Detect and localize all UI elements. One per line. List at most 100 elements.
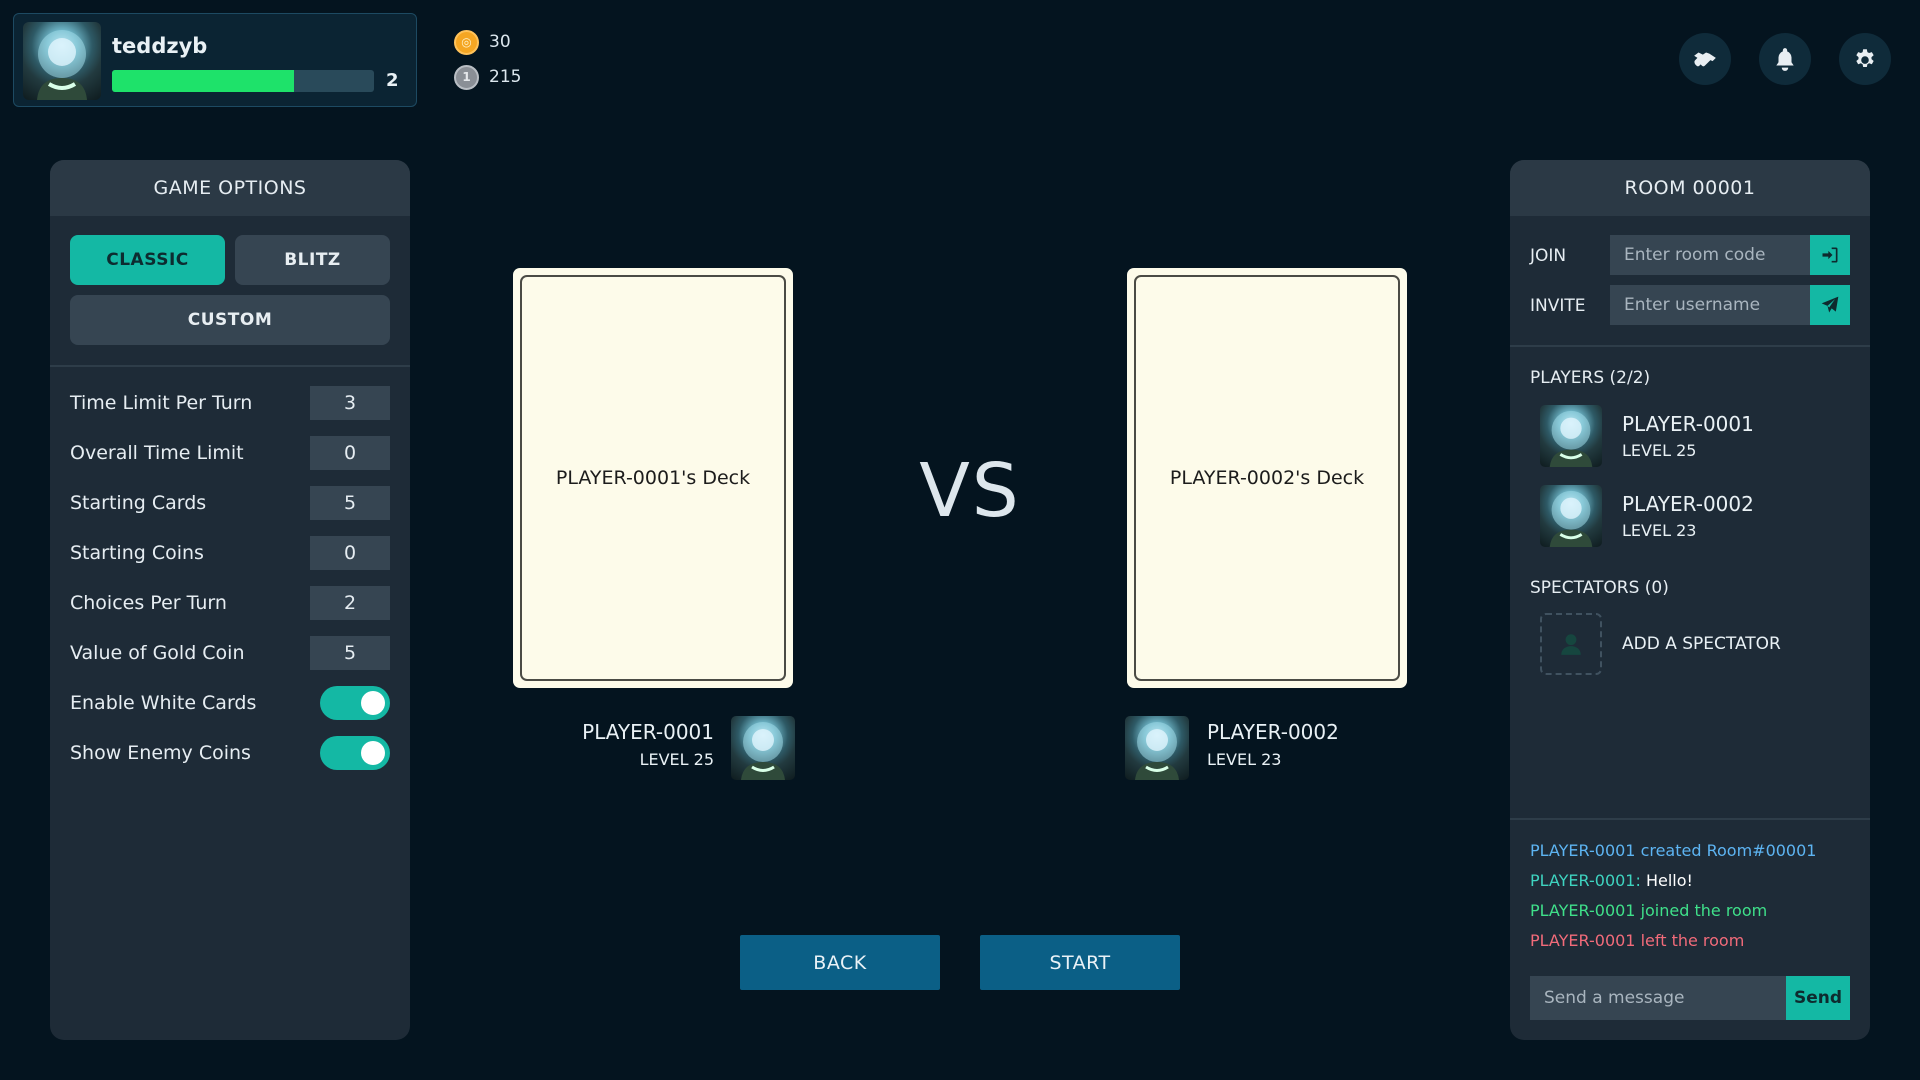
room-panel: ROOM 00001 JOIN INVITE PLAYERS (2/2) PLA… xyxy=(1510,160,1870,1040)
option-value-field[interactable]: 5 xyxy=(310,486,390,520)
chat-message: PLAYER-0001: Hello! xyxy=(1530,871,1693,890)
alien-avatar-icon xyxy=(1549,410,1593,467)
player1-avatar[interactable] xyxy=(731,716,795,780)
option-label: Choices Per Turn xyxy=(70,592,227,614)
option-label: Enable White Cards xyxy=(70,692,257,714)
add-spectator-label: ADD A SPECTATOR xyxy=(1622,634,1781,654)
paper-plane-icon xyxy=(1821,296,1839,313)
option-value-field[interactable]: 0 xyxy=(310,436,390,470)
username: teddzyb xyxy=(112,34,208,58)
alien-avatar-icon xyxy=(1549,490,1593,547)
room-code-input[interactable] xyxy=(1610,235,1810,275)
add-spectator-slot xyxy=(1540,613,1602,675)
room-player-name: PLAYER-0001 xyxy=(1622,412,1754,436)
room-player-avatar xyxy=(1540,405,1602,467)
toggle-knob xyxy=(361,691,385,715)
option-label: Starting Cards xyxy=(70,492,207,514)
chat-text: PLAYER-0001 left the room xyxy=(1530,931,1745,950)
option-label: Show Enemy Coins xyxy=(70,742,251,764)
option-value-field[interactable]: 5 xyxy=(310,636,390,670)
chat-text: Hello! xyxy=(1640,871,1693,890)
versus-label: VS xyxy=(919,448,1021,534)
player2-deck-label: PLAYER-0002's Deck xyxy=(1134,275,1400,681)
room-player-name: PLAYER-0002 xyxy=(1622,492,1754,516)
gold-coin-balance: ◎ 30 xyxy=(454,28,511,56)
send-invite-button[interactable] xyxy=(1810,285,1850,325)
gold-coin-icon: ◎ xyxy=(454,29,479,55)
player2-name: PLAYER-0002 xyxy=(1207,720,1339,744)
player2-avatar[interactable] xyxy=(1125,716,1189,780)
handshake-icon xyxy=(1694,52,1716,67)
room-player-row[interactable]: PLAYER-0002 LEVEL 23 xyxy=(1540,485,1754,547)
option-label: Starting Coins xyxy=(70,542,204,564)
silver-coin-count: 215 xyxy=(489,67,522,87)
chat-text: PLAYER-0001 created Room#00001 xyxy=(1530,841,1817,860)
silver-coin-balance: 1 215 xyxy=(454,63,521,91)
chat-message: PLAYER-0001 created Room#00001 xyxy=(1530,841,1816,860)
player2-level: LEVEL 23 xyxy=(1207,750,1282,769)
bell-icon xyxy=(1776,48,1794,71)
invite-username-input[interactable] xyxy=(1610,285,1810,325)
custom-mode-button[interactable]: CUSTOM xyxy=(70,295,390,345)
option-time-limit-per-turn: Time Limit Per Turn 3 xyxy=(70,386,390,420)
players-title: PLAYERS (2/2) xyxy=(1530,368,1651,388)
xp-progress-bar xyxy=(112,70,374,92)
alien-avatar-icon xyxy=(741,722,785,780)
gear-icon xyxy=(1856,49,1874,68)
join-room-button[interactable] xyxy=(1810,235,1850,275)
room-player-level: LEVEL 25 xyxy=(1622,441,1697,460)
option-choices-per-turn: Choices Per Turn 2 xyxy=(70,586,390,620)
option-value-field[interactable]: 0 xyxy=(310,536,390,570)
options-divider xyxy=(50,365,410,367)
settings-button[interactable] xyxy=(1839,33,1891,85)
player1-deck-label: PLAYER-0001's Deck xyxy=(520,275,786,681)
option-starting-cards: Starting Cards 5 xyxy=(70,486,390,520)
alien-avatar-icon xyxy=(37,30,87,100)
toggle-knob xyxy=(361,741,385,765)
xp-progress-fill xyxy=(112,70,295,92)
chat-text: PLAYER-0001 joined the room xyxy=(1530,901,1768,920)
send-message-button[interactable]: Send xyxy=(1786,976,1850,1020)
profile-card[interactable]: teddzyb 2 xyxy=(13,13,417,107)
player1-info: PLAYER-0001 LEVEL 25 xyxy=(514,720,714,769)
start-button[interactable]: START xyxy=(980,935,1180,990)
option-value-field[interactable]: 3 xyxy=(310,386,390,420)
room-player-avatar xyxy=(1540,485,1602,547)
blitz-mode-button[interactable]: BLITZ xyxy=(235,235,390,285)
back-button[interactable]: BACK xyxy=(740,935,940,990)
gold-coin-count: 30 xyxy=(489,32,511,52)
option-starting-coins: Starting Coins 0 xyxy=(70,536,390,570)
player1-deck[interactable]: PLAYER-0001's Deck xyxy=(513,268,793,688)
chat-message-input[interactable] xyxy=(1530,976,1786,1020)
show-enemy-coins-toggle[interactable] xyxy=(320,736,390,770)
option-overall-time-limit: Overall Time Limit 0 xyxy=(70,436,390,470)
option-show-enemy-coins: Show Enemy Coins xyxy=(70,736,390,770)
invite-label: INVITE xyxy=(1530,296,1586,316)
player-level: 2 xyxy=(386,70,399,91)
profile-avatar[interactable] xyxy=(23,22,101,100)
player1-level: LEVEL 25 xyxy=(639,750,714,769)
chat-message: PLAYER-0001 left the room xyxy=(1530,931,1744,950)
option-value-of-gold-coin: Value of Gold Coin 5 xyxy=(70,636,390,670)
notifications-button[interactable] xyxy=(1759,33,1811,85)
user-icon xyxy=(1561,634,1581,655)
option-value-field[interactable]: 2 xyxy=(310,586,390,620)
chat-speaker: PLAYER-0001: xyxy=(1530,871,1641,890)
add-spectator-button[interactable]: ADD A SPECTATOR xyxy=(1540,613,1781,675)
game-options-title: GAME OPTIONS xyxy=(50,160,410,216)
classic-mode-button[interactable]: CLASSIC xyxy=(70,235,225,285)
option-label: Overall Time Limit xyxy=(70,442,244,464)
option-label: Value of Gold Coin xyxy=(70,642,245,664)
room-player-row[interactable]: PLAYER-0001 LEVEL 25 xyxy=(1540,405,1754,467)
player2-deck[interactable]: PLAYER-0002's Deck xyxy=(1127,268,1407,688)
chat-message: PLAYER-0001 joined the room xyxy=(1530,901,1767,920)
enable-white-cards-toggle[interactable] xyxy=(320,686,390,720)
room-title: ROOM 00001 xyxy=(1510,160,1870,216)
alien-avatar-icon xyxy=(1135,722,1179,780)
friends-button[interactable] xyxy=(1679,33,1731,85)
room-divider xyxy=(1510,345,1870,347)
game-options-panel: GAME OPTIONS CLASSIC BLITZ CUSTOM Time L… xyxy=(50,160,410,1040)
option-enable-white-cards: Enable White Cards xyxy=(70,686,390,720)
spectators-title: SPECTATORS (0) xyxy=(1530,578,1669,598)
player2-info: PLAYER-0002 LEVEL 23 xyxy=(1207,720,1427,769)
